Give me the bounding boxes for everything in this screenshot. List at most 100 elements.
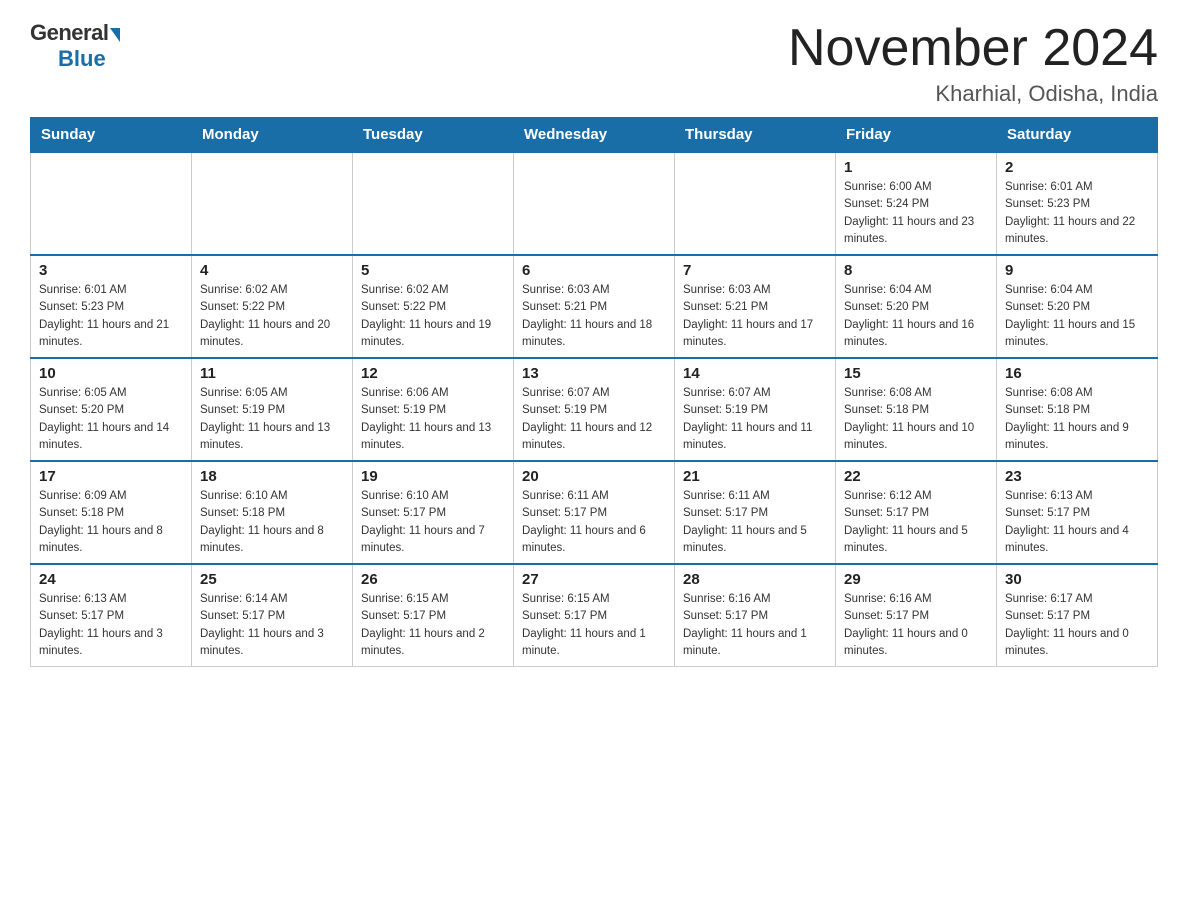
calendar-week-3: 10Sunrise: 6:05 AM Sunset: 5:20 PM Dayli… <box>31 358 1158 461</box>
day-info: Sunrise: 6:01 AM Sunset: 5:23 PM Dayligh… <box>39 282 183 351</box>
calendar-cell: 22 Sunrise: 6:12 AM Sunset: 5:17 PM Dayli… <box>836 461 997 564</box>
logo-arrow-icon <box>110 28 120 42</box>
day-number: 19 <box>361 468 505 485</box>
day-number: 13 <box>522 365 666 382</box>
calendar-header-tuesday: Tuesday <box>353 118 514 153</box>
day-number: 30 <box>1005 571 1149 588</box>
day-number: 4 <box>200 262 344 279</box>
logo: General Blue <box>30 20 120 72</box>
day-info: Sunrise: 6:16 AM Sunset: 5:17 PM Dayligh… <box>683 591 827 660</box>
day-number: 27 <box>522 571 666 588</box>
calendar-cell: 15 Sunrise: 6:08 AM Sunset: 5:18 PM Dayli… <box>836 358 997 461</box>
calendar-cell: 16Sunrise: 6:08 AM Sunset: 5:18 PM Dayli… <box>997 358 1158 461</box>
calendar-week-4: 17 Sunrise: 6:09 AM Sunset: 5:18 PM Dayli… <box>31 461 1158 564</box>
calendar-body: 1 Sunrise: 6:00 AM Sunset: 5:24 PM Daylig… <box>31 152 1158 667</box>
header-row: SundayMondayTuesdayWednesdayThursdayFrid… <box>31 118 1158 153</box>
day-info: Sunrise: 6:07 AM Sunset: 5:19 PM Dayligh… <box>683 385 827 454</box>
day-info: Sunrise: 6:09 AM Sunset: 5:18 PM Dayligh… <box>39 488 183 557</box>
day-info: Sunrise: 6:01 AM Sunset: 5:23 PM Dayligh… <box>1005 179 1149 248</box>
day-number: 6 <box>522 262 666 279</box>
calendar-week-2: 3 Sunrise: 6:01 AM Sunset: 5:23 PM Daylig… <box>31 255 1158 358</box>
day-number: 10 <box>39 365 183 382</box>
day-number: 28 <box>683 571 827 588</box>
page-header: General Blue November 2024 Kharhial, Odi… <box>30 20 1158 107</box>
day-info: Sunrise: 6:03 AM Sunset: 5:21 PM Dayligh… <box>522 282 666 351</box>
day-number: 11 <box>200 365 344 382</box>
calendar-header-wednesday: Wednesday <box>514 118 675 153</box>
calendar-cell: 19 Sunrise: 6:10 AM Sunset: 5:17 PM Dayli… <box>353 461 514 564</box>
month-title: November 2024 <box>788 20 1158 77</box>
day-number: 17 <box>39 468 183 485</box>
calendar-cell: 2 Sunrise: 6:01 AM Sunset: 5:23 PM Daylig… <box>997 152 1158 255</box>
day-number: 3 <box>39 262 183 279</box>
day-number: 1 <box>844 159 988 176</box>
calendar-cell <box>353 152 514 255</box>
calendar-header-friday: Friday <box>836 118 997 153</box>
calendar-cell: 12 Sunrise: 6:06 AM Sunset: 5:19 PM Dayli… <box>353 358 514 461</box>
calendar-cell: 24 Sunrise: 6:13 AM Sunset: 5:17 PM Dayli… <box>31 564 192 667</box>
day-number: 9 <box>1005 262 1149 279</box>
calendar-cell: 17 Sunrise: 6:09 AM Sunset: 5:18 PM Dayli… <box>31 461 192 564</box>
logo-general-text: General <box>30 20 108 46</box>
day-info: Sunrise: 6:00 AM Sunset: 5:24 PM Dayligh… <box>844 179 988 248</box>
day-number: 20 <box>522 468 666 485</box>
day-number: 8 <box>844 262 988 279</box>
calendar-cell <box>514 152 675 255</box>
day-number: 12 <box>361 365 505 382</box>
calendar-cell: 28 Sunrise: 6:16 AM Sunset: 5:17 PM Dayli… <box>675 564 836 667</box>
calendar-cell: 27Sunrise: 6:15 AM Sunset: 5:17 PM Dayli… <box>514 564 675 667</box>
day-info: Sunrise: 6:11 AM Sunset: 5:17 PM Dayligh… <box>522 488 666 557</box>
day-info: Sunrise: 6:11 AM Sunset: 5:17 PM Dayligh… <box>683 488 827 557</box>
day-info: Sunrise: 6:03 AM Sunset: 5:21 PM Dayligh… <box>683 282 827 351</box>
day-info: Sunrise: 6:04 AM Sunset: 5:20 PM Dayligh… <box>844 282 988 351</box>
day-info: Sunrise: 6:04 AM Sunset: 5:20 PM Dayligh… <box>1005 282 1149 351</box>
calendar-cell: 1 Sunrise: 6:00 AM Sunset: 5:24 PM Daylig… <box>836 152 997 255</box>
day-info: Sunrise: 6:10 AM Sunset: 5:18 PM Dayligh… <box>200 488 344 557</box>
day-info: Sunrise: 6:13 AM Sunset: 5:17 PM Dayligh… <box>1005 488 1149 557</box>
day-info: Sunrise: 6:08 AM Sunset: 5:18 PM Dayligh… <box>844 385 988 454</box>
day-info: Sunrise: 6:08 AM Sunset: 5:18 PM Dayligh… <box>1005 385 1149 454</box>
calendar-week-5: 24 Sunrise: 6:13 AM Sunset: 5:17 PM Dayli… <box>31 564 1158 667</box>
calendar-cell: 14 Sunrise: 6:07 AM Sunset: 5:19 PM Dayli… <box>675 358 836 461</box>
calendar-cell: 7 Sunrise: 6:03 AM Sunset: 5:21 PM Daylig… <box>675 255 836 358</box>
calendar-cell: 29 Sunrise: 6:16 AM Sunset: 5:17 PM Dayli… <box>836 564 997 667</box>
day-number: 2 <box>1005 159 1149 176</box>
day-info: Sunrise: 6:13 AM Sunset: 5:17 PM Dayligh… <box>39 591 183 660</box>
calendar-cell <box>675 152 836 255</box>
calendar-cell: 26Sunrise: 6:15 AM Sunset: 5:17 PM Dayli… <box>353 564 514 667</box>
day-info: Sunrise: 6:17 AM Sunset: 5:17 PM Dayligh… <box>1005 591 1149 660</box>
day-info: Sunrise: 6:16 AM Sunset: 5:17 PM Dayligh… <box>844 591 988 660</box>
day-number: 14 <box>683 365 827 382</box>
calendar-cell <box>192 152 353 255</box>
calendar-cell: 18Sunrise: 6:10 AM Sunset: 5:18 PM Dayli… <box>192 461 353 564</box>
day-number: 24 <box>39 571 183 588</box>
day-number: 15 <box>844 365 988 382</box>
day-info: Sunrise: 6:10 AM Sunset: 5:17 PM Dayligh… <box>361 488 505 557</box>
day-number: 26 <box>361 571 505 588</box>
day-number: 29 <box>844 571 988 588</box>
day-info: Sunrise: 6:02 AM Sunset: 5:22 PM Dayligh… <box>200 282 344 351</box>
day-info: Sunrise: 6:07 AM Sunset: 5:19 PM Dayligh… <box>522 385 666 454</box>
calendar-cell: 4 Sunrise: 6:02 AM Sunset: 5:22 PM Daylig… <box>192 255 353 358</box>
calendar-cell: 25Sunrise: 6:14 AM Sunset: 5:17 PM Dayli… <box>192 564 353 667</box>
calendar-header-saturday: Saturday <box>997 118 1158 153</box>
calendar-cell: 11Sunrise: 6:05 AM Sunset: 5:19 PM Dayli… <box>192 358 353 461</box>
day-info: Sunrise: 6:06 AM Sunset: 5:19 PM Dayligh… <box>361 385 505 454</box>
calendar-cell: 3 Sunrise: 6:01 AM Sunset: 5:23 PM Daylig… <box>31 255 192 358</box>
day-info: Sunrise: 6:14 AM Sunset: 5:17 PM Dayligh… <box>200 591 344 660</box>
day-number: 7 <box>683 262 827 279</box>
calendar-cell <box>31 152 192 255</box>
calendar-week-1: 1 Sunrise: 6:00 AM Sunset: 5:24 PM Daylig… <box>31 152 1158 255</box>
day-info: Sunrise: 6:02 AM Sunset: 5:22 PM Dayligh… <box>361 282 505 351</box>
calendar-cell: 8 Sunrise: 6:04 AM Sunset: 5:20 PM Daylig… <box>836 255 997 358</box>
day-number: 21 <box>683 468 827 485</box>
calendar-cell: 9 Sunrise: 6:04 AM Sunset: 5:20 PM Daylig… <box>997 255 1158 358</box>
calendar-header-thursday: Thursday <box>675 118 836 153</box>
title-block: November 2024 Kharhial, Odisha, India <box>788 20 1158 107</box>
calendar-cell: 5Sunrise: 6:02 AM Sunset: 5:22 PM Daylig… <box>353 255 514 358</box>
day-info: Sunrise: 6:12 AM Sunset: 5:17 PM Dayligh… <box>844 488 988 557</box>
calendar-cell: 20 Sunrise: 6:11 AM Sunset: 5:17 PM Dayli… <box>514 461 675 564</box>
day-number: 22 <box>844 468 988 485</box>
calendar-table: SundayMondayTuesdayWednesdayThursdayFrid… <box>30 117 1158 667</box>
calendar-header: SundayMondayTuesdayWednesdayThursdayFrid… <box>31 118 1158 153</box>
